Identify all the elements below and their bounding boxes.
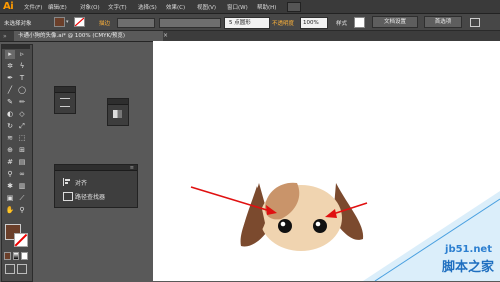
blob-brush-tool-icon[interactable]: ◐ (5, 110, 15, 119)
menu-type[interactable]: 文字(T) (108, 3, 127, 11)
panel-grip[interactable] (55, 165, 137, 171)
direct-selection-tool-icon[interactable]: ▹ (17, 50, 27, 59)
align-panel-tab[interactable]: 对齐 (75, 178, 87, 187)
menu-edit[interactable]: 编辑(E) (48, 3, 67, 11)
menu-effect[interactable]: 效果(C) (166, 3, 185, 11)
gradient-tool-icon[interactable]: ▤ (17, 158, 27, 167)
magic-wand-tool-icon[interactable]: ✲ (5, 62, 15, 71)
menu-view[interactable]: 视图(V) (197, 3, 216, 11)
panel-collapse-icon[interactable]: » (3, 33, 7, 40)
preferences-button[interactable]: 首选项 (424, 16, 462, 28)
right-eye (313, 219, 327, 233)
column-graph-tool-icon[interactable]: ▥ (17, 182, 27, 191)
scale-tool-icon[interactable]: ⤢ (17, 122, 27, 131)
left-eye-highlight (280, 221, 286, 227)
width-tool-icon[interactable]: ≋ (5, 134, 15, 143)
panel-grip[interactable] (108, 99, 128, 105)
align-icon (63, 178, 72, 186)
color-mode-buttons (4, 252, 29, 260)
pen-tool-icon[interactable]: ✒ (5, 74, 15, 83)
gradient-mode-icon[interactable] (12, 252, 20, 260)
watermark-name: 脚本之家 (441, 260, 494, 275)
transparency-icon[interactable] (113, 110, 122, 118)
ellipse-tool-icon[interactable]: ◯ (17, 86, 27, 95)
none-mode-icon[interactable] (21, 252, 29, 260)
stroke-swatch[interactable] (74, 17, 85, 27)
opacity-field[interactable]: 100% (300, 17, 328, 29)
chevron-down-icon[interactable]: ▾ (66, 19, 69, 25)
right-eye-highlight (315, 221, 321, 227)
brush-definition-select[interactable]: 5 点圆形 (224, 17, 270, 29)
stroke-weight-field[interactable] (117, 18, 155, 28)
menu-window[interactable]: 窗口(W) (227, 3, 248, 11)
lasso-tool-icon[interactable]: ϟ (17, 62, 27, 71)
color-mode-icon[interactable] (4, 252, 11, 260)
app-logo: Ai (3, 1, 14, 12)
screen-mode-icon[interactable] (17, 264, 27, 274)
style-label: 样式 (336, 21, 348, 27)
free-transform-tool-icon[interactable]: ⬚ (17, 134, 27, 143)
selection-tool-icon[interactable]: ▸ (5, 50, 15, 59)
perspective-grid-tool-icon[interactable]: ⊞ (17, 146, 27, 155)
shape-builder-tool-icon[interactable]: ⊕ (5, 146, 15, 155)
artboard-tool-icon[interactable]: ▣ (5, 194, 15, 203)
graphic-style-swatch[interactable] (354, 17, 365, 28)
menu-select[interactable]: 选择(S) (138, 3, 157, 11)
rotate-tool-icon[interactable]: ↻ (5, 122, 15, 131)
blend-tool-icon[interactable]: ∞ (17, 170, 27, 179)
pathfinder-panel-tab[interactable]: 路径查找器 (75, 192, 105, 201)
pathfinder-icon (63, 192, 73, 201)
symbol-sprayer-tool-icon[interactable]: ✱ (5, 182, 15, 191)
fill-swatch[interactable] (54, 17, 65, 27)
pencil-tool-icon[interactable]: ✏ (17, 98, 27, 107)
watermark-site: jb51.net (445, 244, 492, 255)
zoom-tool-icon[interactable]: ⚲ (17, 206, 27, 215)
stroke-label[interactable]: 描边 (99, 19, 110, 27)
menu-bar (0, 0, 500, 14)
arrange-documents-icon[interactable] (470, 18, 480, 27)
collapsed-panel-transparency (107, 98, 129, 126)
menu-help[interactable]: 帮助(H) (257, 3, 276, 11)
opacity-label[interactable]: 不透明度 (272, 19, 294, 27)
type-tool-icon[interactable]: T (17, 74, 27, 83)
left-eye (278, 219, 292, 233)
document-tab[interactable]: 卡通小狗的头像.ai* @ 100% (CMYK/预览) (14, 31, 163, 41)
tools-panel-header[interactable] (2, 45, 30, 49)
menu-file[interactable]: 文件(F) (24, 3, 42, 11)
hand-tool-icon[interactable]: ✋ (5, 206, 15, 215)
slice-tool-icon[interactable]: ⟋ (17, 194, 27, 203)
close-tab-icon[interactable]: × (163, 32, 168, 39)
eraser-tool-icon[interactable]: ◇ (17, 110, 27, 119)
document-setup-button[interactable]: 文档设置 (372, 16, 418, 28)
stroke-color-box[interactable] (14, 233, 28, 247)
eyedropper-tool-icon[interactable]: ⚲ (5, 170, 15, 179)
align-pathfinder-panel: ≡ 对齐 路径查找器 (54, 164, 138, 208)
menu-lines-icon[interactable] (60, 98, 70, 107)
variable-width-profile[interactable] (159, 18, 221, 28)
selection-status: 未选择对象 (4, 21, 32, 27)
paintbrush-tool-icon[interactable]: ✎ (5, 98, 15, 107)
menu-object[interactable]: 对象(O) (80, 3, 100, 11)
panel-menu-icon[interactable]: ≡ (130, 165, 134, 171)
panel-grip[interactable] (55, 87, 75, 93)
line-tool-icon[interactable]: ╱ (5, 86, 15, 95)
mesh-tool-icon[interactable]: # (5, 158, 15, 167)
collapsed-panel-layers (54, 86, 76, 114)
workspace-switcher-button[interactable] (287, 2, 301, 12)
draw-mode-icon[interactable] (5, 264, 15, 274)
